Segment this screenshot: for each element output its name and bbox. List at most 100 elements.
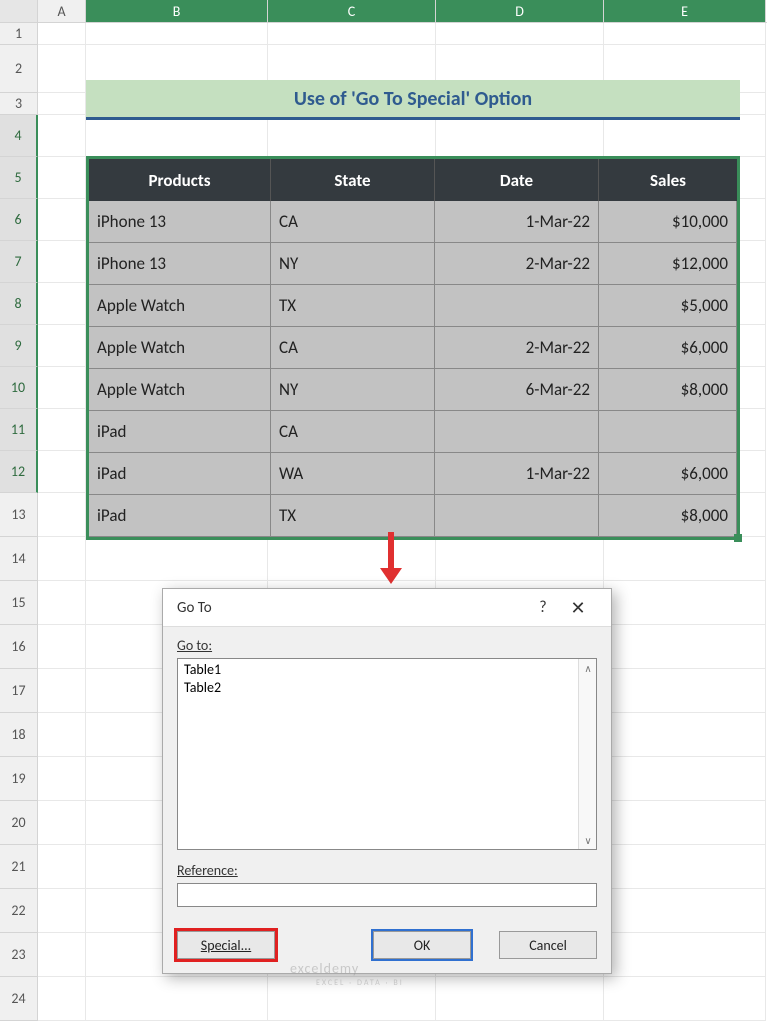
row-header-2[interactable]: 2 [0, 45, 38, 93]
cell[interactable] [436, 537, 604, 581]
cell-state[interactable]: NY [271, 243, 435, 285]
cell[interactable] [604, 757, 766, 801]
col-header-A[interactable]: A [38, 0, 86, 22]
cell-date[interactable] [435, 285, 599, 327]
cell-sales[interactable]: $8,000 [599, 369, 737, 411]
cell-date[interactable]: 6-Mar-22 [435, 369, 599, 411]
cell[interactable] [436, 23, 604, 45]
cell-state[interactable]: TX [271, 495, 435, 537]
cell[interactable] [86, 23, 268, 45]
cell[interactable] [38, 157, 86, 199]
row-header-5[interactable]: 5 [0, 157, 38, 199]
cell-date[interactable] [435, 495, 599, 537]
cell[interactable] [38, 325, 86, 367]
cell[interactable] [604, 669, 766, 713]
row-header-13[interactable]: 13 [0, 493, 38, 537]
special-button[interactable]: Special... [177, 931, 275, 959]
close-icon[interactable]: ✕ [559, 593, 597, 623]
row-header-23[interactable]: 23 [0, 933, 38, 977]
cell[interactable] [38, 933, 86, 977]
cell-product[interactable]: iPhone 13 [89, 201, 271, 243]
row-header-11[interactable]: 11 [0, 409, 38, 451]
cell-sales[interactable] [599, 411, 737, 453]
cell[interactable] [38, 625, 86, 669]
row-header-3[interactable]: 3 [0, 93, 38, 115]
cell[interactable] [604, 537, 766, 581]
cell[interactable] [436, 115, 604, 157]
row-header-19[interactable]: 19 [0, 757, 38, 801]
cell[interactable] [604, 581, 766, 625]
cell[interactable] [268, 115, 436, 157]
cell[interactable] [38, 713, 86, 757]
cell-date[interactable]: 1-Mar-22 [435, 201, 599, 243]
row-header-14[interactable]: 14 [0, 537, 38, 581]
cell[interactable] [38, 199, 86, 241]
cell[interactable] [38, 581, 86, 625]
row-header-15[interactable]: 15 [0, 581, 38, 625]
col-header-E[interactable]: E [604, 0, 766, 22]
row-header-18[interactable]: 18 [0, 713, 38, 757]
row-header-1[interactable]: 1 [0, 23, 38, 45]
row-header-24[interactable]: 24 [0, 977, 38, 1021]
cell[interactable] [38, 283, 86, 325]
cell[interactable] [604, 625, 766, 669]
cell[interactable] [38, 977, 86, 1021]
cell-product[interactable]: iPad [89, 453, 271, 495]
row-header-10[interactable]: 10 [0, 367, 38, 409]
cell[interactable] [38, 115, 86, 157]
help-icon[interactable]: ? [527, 593, 559, 623]
cell-sales[interactable]: $8,000 [599, 495, 737, 537]
cell[interactable] [38, 845, 86, 889]
cell[interactable] [38, 367, 86, 409]
cell[interactable] [604, 933, 766, 977]
row-header-12[interactable]: 12 [0, 451, 38, 493]
cell[interactable] [38, 241, 86, 283]
list-item[interactable]: Table1 [184, 661, 590, 679]
row-header-17[interactable]: 17 [0, 669, 38, 713]
cell[interactable] [38, 493, 86, 537]
cell[interactable] [86, 537, 268, 581]
cell[interactable] [604, 801, 766, 845]
cell[interactable] [38, 93, 86, 115]
row-header-7[interactable]: 7 [0, 241, 38, 283]
row-header-16[interactable]: 16 [0, 625, 38, 669]
cell[interactable] [86, 115, 268, 157]
chevron-up-icon[interactable]: ∧ [579, 659, 597, 677]
row-header-6[interactable]: 6 [0, 199, 38, 241]
cell-product[interactable]: iPhone 13 [89, 243, 271, 285]
scrollbar[interactable]: ∧ ∨ [578, 659, 596, 849]
reference-input[interactable] [177, 883, 597, 907]
ok-button[interactable]: OK [373, 931, 471, 959]
cell-product[interactable]: Apple Watch [89, 369, 271, 411]
cell[interactable] [604, 713, 766, 757]
cell[interactable] [38, 537, 86, 581]
cell-date[interactable]: 1-Mar-22 [435, 453, 599, 495]
cell[interactable] [38, 801, 86, 845]
cell-state[interactable]: CA [271, 411, 435, 453]
cell-date[interactable]: 2-Mar-22 [435, 327, 599, 369]
cell[interactable] [38, 669, 86, 713]
selection-handle[interactable] [734, 534, 742, 542]
col-header-D[interactable]: D [436, 0, 604, 22]
cell-product[interactable]: iPad [89, 495, 271, 537]
cell[interactable] [38, 409, 86, 451]
row-header-21[interactable]: 21 [0, 845, 38, 889]
dialog-titlebar[interactable]: Go To ? ✕ [163, 589, 611, 627]
cell-sales[interactable]: $10,000 [599, 201, 737, 243]
cell-date[interactable]: 2-Mar-22 [435, 243, 599, 285]
cell-state[interactable]: CA [271, 201, 435, 243]
cell[interactable] [604, 889, 766, 933]
row-header-8[interactable]: 8 [0, 283, 38, 325]
row-header-22[interactable]: 22 [0, 889, 38, 933]
cell-state[interactable]: TX [271, 285, 435, 327]
cell[interactable] [604, 977, 766, 1021]
row-header-4[interactable]: 4 [0, 115, 38, 157]
cell-sales[interactable]: $12,000 [599, 243, 737, 285]
cell-product[interactable]: Apple Watch [89, 285, 271, 327]
cell-sales[interactable]: $5,000 [599, 285, 737, 327]
row-header-9[interactable]: 9 [0, 325, 38, 367]
cell[interactable] [38, 451, 86, 493]
cell-state[interactable]: WA [271, 453, 435, 495]
cell[interactable] [86, 977, 268, 1021]
cell-sales[interactable]: $6,000 [599, 327, 737, 369]
